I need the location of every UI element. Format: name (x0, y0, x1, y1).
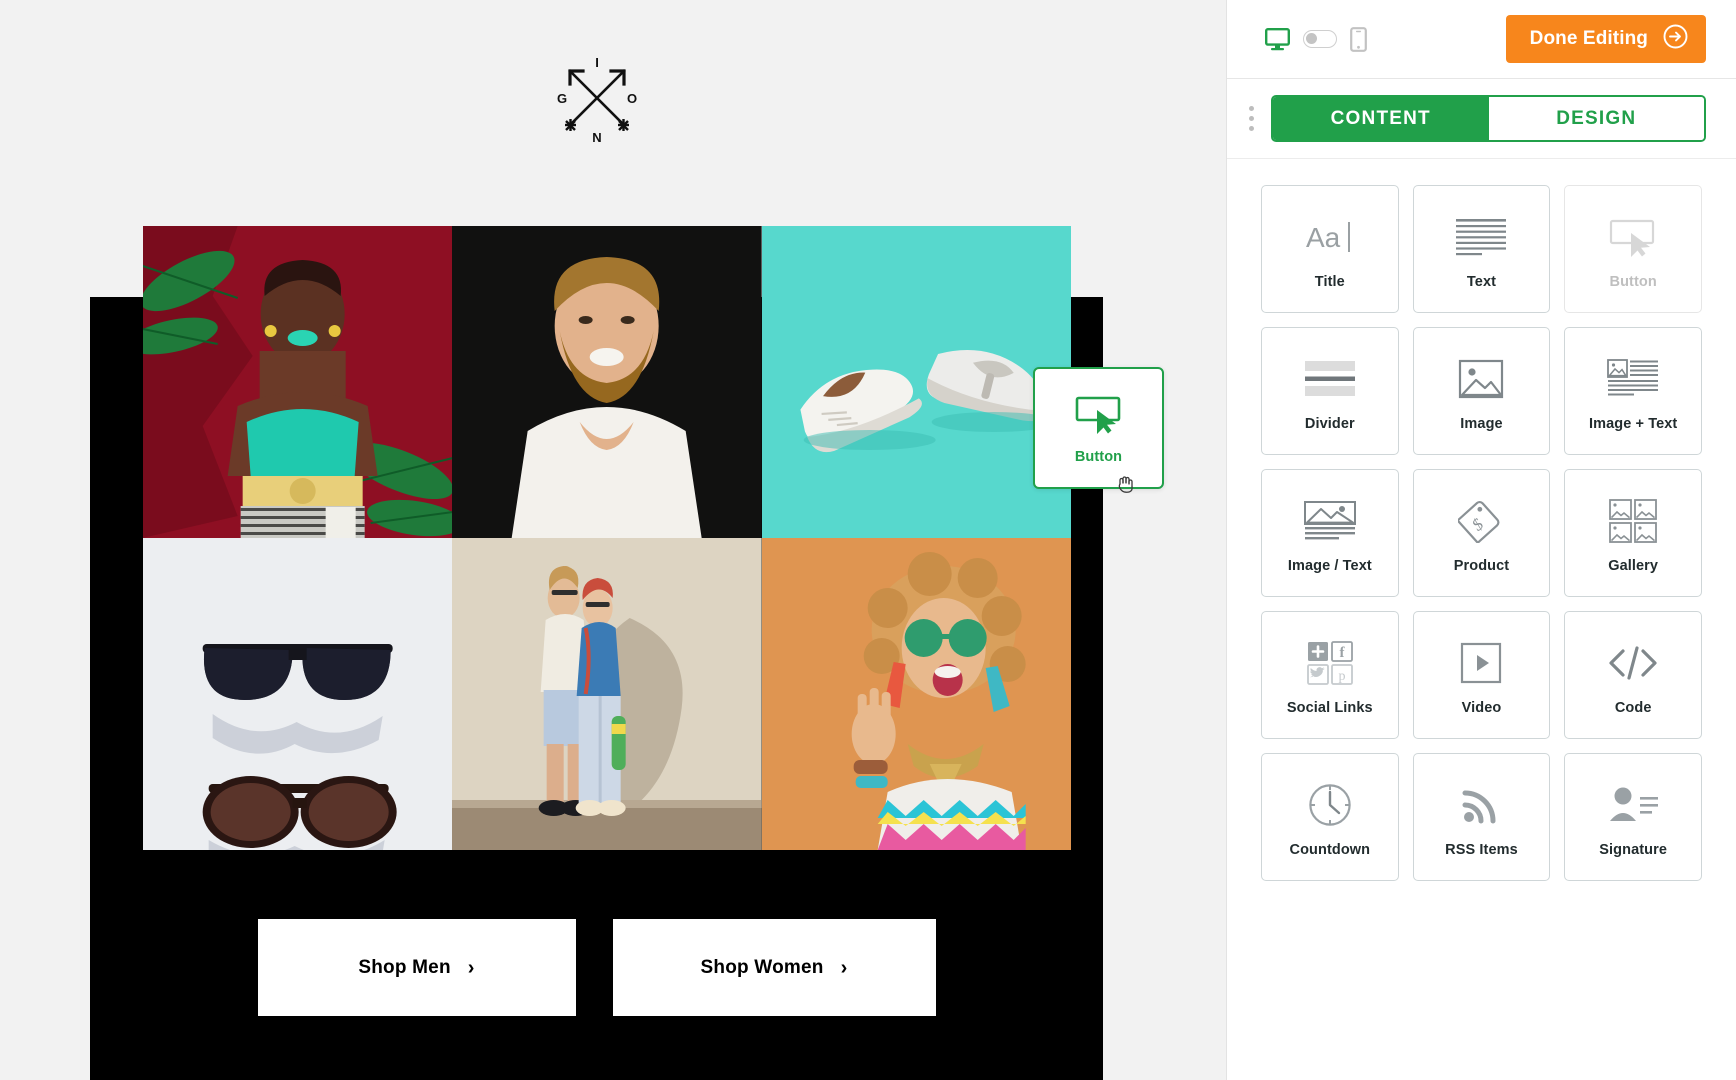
block-title[interactable]: Aa Title (1261, 185, 1399, 313)
dragged-button-label: Button (1074, 449, 1123, 465)
block-image-plus-text-label: Image + Text (1588, 416, 1678, 432)
block-social-links[interactable]: f p Social Links (1261, 611, 1399, 739)
tab-content[interactable]: CONTENT (1273, 97, 1489, 140)
price-tag-icon: $ (1458, 498, 1504, 544)
block-social-links-label: Social Links (1286, 700, 1373, 716)
svg-text:Aa: Aa (1306, 222, 1341, 253)
block-code[interactable]: Code (1564, 611, 1702, 739)
block-divider-label: Divider (1304, 416, 1355, 432)
divider-icon (1304, 356, 1356, 402)
block-image-plus-text[interactable]: Image + Text (1564, 327, 1702, 455)
image-text-icon (1607, 356, 1659, 402)
arrow-right-circle-icon (1663, 24, 1688, 55)
logo-letter-right: O (626, 91, 636, 106)
panel-drag-handle[interactable] (1239, 106, 1263, 131)
title-aa-icon: Aa (1302, 214, 1358, 260)
block-image[interactable]: Image (1412, 327, 1551, 455)
gallery-grid-icon (1609, 498, 1658, 544)
chevron-right-icon: › (840, 956, 848, 979)
clock-icon (1308, 782, 1352, 828)
block-code-label: Code (1614, 700, 1652, 716)
gion-compass-logo: I G O N (551, 52, 643, 144)
dragged-button-block[interactable]: Button (1033, 367, 1164, 489)
woman-red-background-photo[interactable] (143, 226, 453, 538)
tab-design[interactable]: DESIGN (1488, 97, 1704, 140)
image-grid-block[interactable] (143, 226, 1071, 850)
block-title-label: Title (1314, 274, 1345, 290)
code-brackets-icon (1608, 640, 1658, 686)
shop-women-button[interactable]: Shop Women › (612, 919, 936, 1016)
content-blocks-grid: Aa Title Text Button Divider Image Image… (1261, 185, 1702, 881)
block-divider[interactable]: Divider (1261, 327, 1399, 455)
content-design-tabs: CONTENT DESIGN (1271, 95, 1706, 142)
block-text[interactable]: Text (1412, 185, 1551, 313)
couple-wall-street-photo[interactable] (452, 538, 762, 850)
editor-sidebar: Done Editing CONTENT DESIGN Aa Title Tex… (1226, 0, 1736, 1080)
email-body-section: Shop Men › Shop Women › (90, 226, 1103, 1080)
tab-content-label: CONTENT (1330, 107, 1431, 129)
chevron-right-icon: › (467, 956, 475, 979)
block-video-label: Video (1461, 700, 1502, 716)
social-links-icon: f p (1306, 640, 1353, 686)
tab-design-label: DESIGN (1556, 107, 1637, 129)
logo-letter-left: G (556, 91, 566, 106)
svg-text:f: f (1339, 645, 1345, 661)
shop-women-label: Shop Women (700, 956, 824, 978)
block-product[interactable]: $ Product (1412, 469, 1551, 597)
done-editing-label: Done Editing (1529, 28, 1648, 49)
shop-men-button[interactable]: Shop Men › (257, 919, 576, 1016)
block-image-slash-text-label: Image / Text (1287, 558, 1372, 574)
block-image-slash-text[interactable]: Image / Text (1261, 469, 1399, 597)
rss-icon (1460, 782, 1502, 828)
block-button-label: Button (1609, 274, 1657, 290)
toggle-knob (1306, 33, 1317, 44)
block-rss-items-label: RSS Items (1445, 842, 1518, 858)
sidebar-tabbar: CONTENT DESIGN (1227, 79, 1736, 159)
button-cursor-icon (1605, 214, 1661, 260)
text-lines-icon (1455, 214, 1507, 260)
video-play-icon (1460, 640, 1502, 686)
sidebar-topbar: Done Editing (1227, 0, 1736, 79)
email-editor-app: I G O N Shop Men › Shop Women › Done Edi… (0, 0, 1736, 1080)
cta-button-row: Shop Men › Shop Women › (90, 919, 1103, 1016)
mobile-phone-icon[interactable] (1350, 26, 1367, 52)
logo-letter-top: I (595, 55, 599, 70)
shop-men-label: Shop Men (358, 956, 451, 978)
block-countdown[interactable]: Countdown (1261, 753, 1399, 881)
block-signature-label: Signature (1599, 842, 1668, 858)
logo-letter-bottom: N (592, 130, 601, 144)
block-gallery-label: Gallery (1608, 558, 1659, 574)
email-document: I G O N Shop Men › Shop Women › (90, 0, 1103, 1080)
desktop-monitor-icon[interactable] (1265, 27, 1290, 51)
email-canvas: I G O N Shop Men › Shop Women › (0, 0, 1226, 1080)
block-signature[interactable]: Signature (1564, 753, 1702, 881)
device-preview-switcher (1265, 26, 1367, 52)
done-editing-button[interactable]: Done Editing (1505, 15, 1706, 63)
block-image-label: Image (1460, 416, 1503, 432)
block-gallery[interactable]: Gallery (1564, 469, 1702, 597)
image-over-text-icon (1303, 498, 1356, 544)
block-countdown-label: Countdown (1289, 842, 1371, 858)
block-rss-items[interactable]: RSS Items (1412, 753, 1551, 881)
block-text-label: Text (1466, 274, 1497, 290)
device-toggle-switch[interactable] (1303, 30, 1337, 48)
sunglasses-flatlay-photo[interactable] (143, 538, 453, 850)
bearded-man-black-background-photo[interactable] (452, 226, 762, 538)
woman-orange-background-photo[interactable] (761, 538, 1071, 850)
white-sneakers-teal-photo[interactable] (761, 226, 1071, 538)
block-button[interactable]: Button (1564, 185, 1702, 313)
image-picture-icon (1458, 356, 1504, 402)
signature-person-icon (1607, 782, 1659, 828)
svg-text:p: p (1338, 669, 1345, 684)
button-cursor-icon (1071, 391, 1127, 437)
svg-text:$: $ (1469, 514, 1488, 534)
block-video[interactable]: Video (1412, 611, 1551, 739)
block-product-label: Product (1453, 558, 1510, 574)
content-blocks-panel: Aa Title Text Button Divider Image Image… (1227, 159, 1736, 1080)
